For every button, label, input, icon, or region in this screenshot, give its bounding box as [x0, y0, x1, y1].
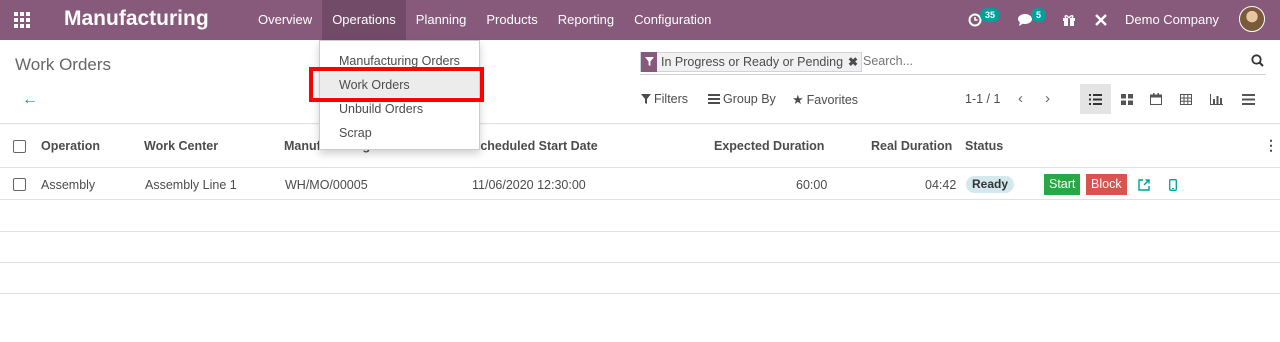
graph-view-icon[interactable] — [1201, 84, 1232, 114]
external-link-icon[interactable] — [1138, 179, 1150, 191]
filter-facet[interactable]: In Progress or Ready or Pending ✖ — [640, 52, 863, 72]
calendar-view-icon[interactable] — [1140, 84, 1171, 114]
filter-icon — [641, 52, 657, 72]
star-icon: ★ — [792, 92, 804, 107]
table-row[interactable]: Assembly Assembly Line 1 WH/MO/00005 11/… — [0, 169, 1280, 200]
search-input[interactable] — [863, 54, 1243, 68]
work-orders-list: Operation Work Center Manufacturing Orde… — [0, 125, 1280, 342]
top-navbar: Manufacturing Overview Operations Planni… — [0, 0, 1280, 40]
table-header: Operation Work Center Manufacturing Orde… — [0, 125, 1280, 168]
column-work-center[interactable]: Work Center — [144, 139, 218, 153]
kanban-view-icon[interactable] — [1111, 84, 1142, 114]
messages-count-badge: 5 — [1031, 8, 1047, 22]
pager-value[interactable]: 1-1 / 1 — [965, 92, 1000, 106]
menu-item-scrap[interactable]: Scrap — [320, 121, 479, 145]
filters-button[interactable]: Filters — [641, 92, 688, 106]
user-avatar[interactable] — [1239, 6, 1265, 32]
status-badge: Ready — [966, 176, 1015, 193]
filters-label: Filters — [654, 92, 689, 106]
cell-work-center: Assembly Line 1 — [145, 178, 237, 192]
facet-label: In Progress or Ready or Pending — [661, 55, 844, 69]
messages-button[interactable] — [1017, 0, 1033, 40]
cell-expected-duration: 60:00 — [796, 178, 828, 192]
pager-previous-icon[interactable]: ‹ — [1018, 90, 1023, 107]
block-button[interactable]: Block — [1086, 174, 1127, 195]
empty-row — [0, 263, 1280, 294]
cell-manufacturing-order: WH/MO/00005 — [285, 178, 368, 192]
menu-overview[interactable]: Overview — [248, 0, 322, 40]
cell-real-duration: 04:42 — [925, 178, 957, 192]
tools-icon — [1095, 14, 1107, 26]
menu-products[interactable]: Products — [476, 0, 547, 40]
funnel-icon — [641, 94, 651, 104]
menu-planning[interactable]: Planning — [406, 0, 477, 40]
search-bar: In Progress or Ready or Pending ✖ — [640, 51, 1266, 75]
column-scheduled-start[interactable]: Scheduled Start Date — [472, 139, 598, 153]
favorites-label: Favorites — [806, 93, 859, 107]
list-view-icon[interactable] — [1080, 84, 1111, 114]
menu-reporting[interactable]: Reporting — [548, 0, 624, 40]
optional-columns-icon[interactable]: ⋮ — [1264, 137, 1278, 154]
apps-menu-icon[interactable] — [14, 12, 30, 28]
empty-row — [0, 201, 1280, 232]
gantt-view-icon[interactable] — [1233, 84, 1264, 114]
group-by-button[interactable]: Group By — [708, 92, 776, 106]
pivot-view-icon[interactable] — [1170, 84, 1201, 114]
bars-icon — [708, 94, 720, 104]
control-panel: Work Orders ← In Progress or Ready or Pe… — [0, 40, 1280, 124]
highlight-box — [309, 67, 484, 102]
cell-operation: Assembly — [41, 178, 96, 192]
cell-scheduled-start: 11/06/2020 12:30:00 — [472, 178, 586, 192]
column-expected-duration[interactable]: Expected Duration — [714, 139, 824, 153]
company-switcher[interactable]: Demo Company — [1125, 0, 1219, 40]
app-brand[interactable]: Manufacturing — [64, 7, 209, 31]
menu-operations[interactable]: Operations — [322, 0, 406, 40]
activity-count-badge: 35 — [980, 8, 1001, 22]
select-all-checkbox[interactable] — [13, 140, 26, 153]
pager-next-icon[interactable]: › — [1045, 90, 1050, 107]
activity-button[interactable] — [968, 0, 982, 40]
search-icon[interactable] — [1251, 54, 1264, 67]
page-title: Work Orders — [15, 55, 112, 74]
favorites-button[interactable]: ★ Favorites — [792, 92, 858, 108]
gift-button[interactable] — [1062, 0, 1076, 40]
column-real-duration[interactable]: Real Duration — [871, 139, 952, 153]
main-menu: Overview Operations Planning Products Re… — [248, 0, 721, 40]
gift-icon — [1063, 15, 1075, 26]
row-checkbox[interactable] — [13, 178, 26, 191]
start-button[interactable]: Start — [1044, 174, 1081, 195]
column-status[interactable]: Status — [965, 139, 1003, 153]
back-arrow-icon[interactable]: ← — [22, 91, 38, 109]
remove-facet-icon[interactable]: ✖ — [848, 55, 861, 69]
tablet-icon[interactable] — [1169, 179, 1177, 191]
debug-tools-button[interactable] — [1094, 0, 1108, 40]
menu-configuration[interactable]: Configuration — [624, 0, 721, 40]
column-operation[interactable]: Operation — [41, 139, 100, 153]
empty-row — [0, 232, 1280, 263]
group-by-label: Group By — [723, 92, 776, 106]
